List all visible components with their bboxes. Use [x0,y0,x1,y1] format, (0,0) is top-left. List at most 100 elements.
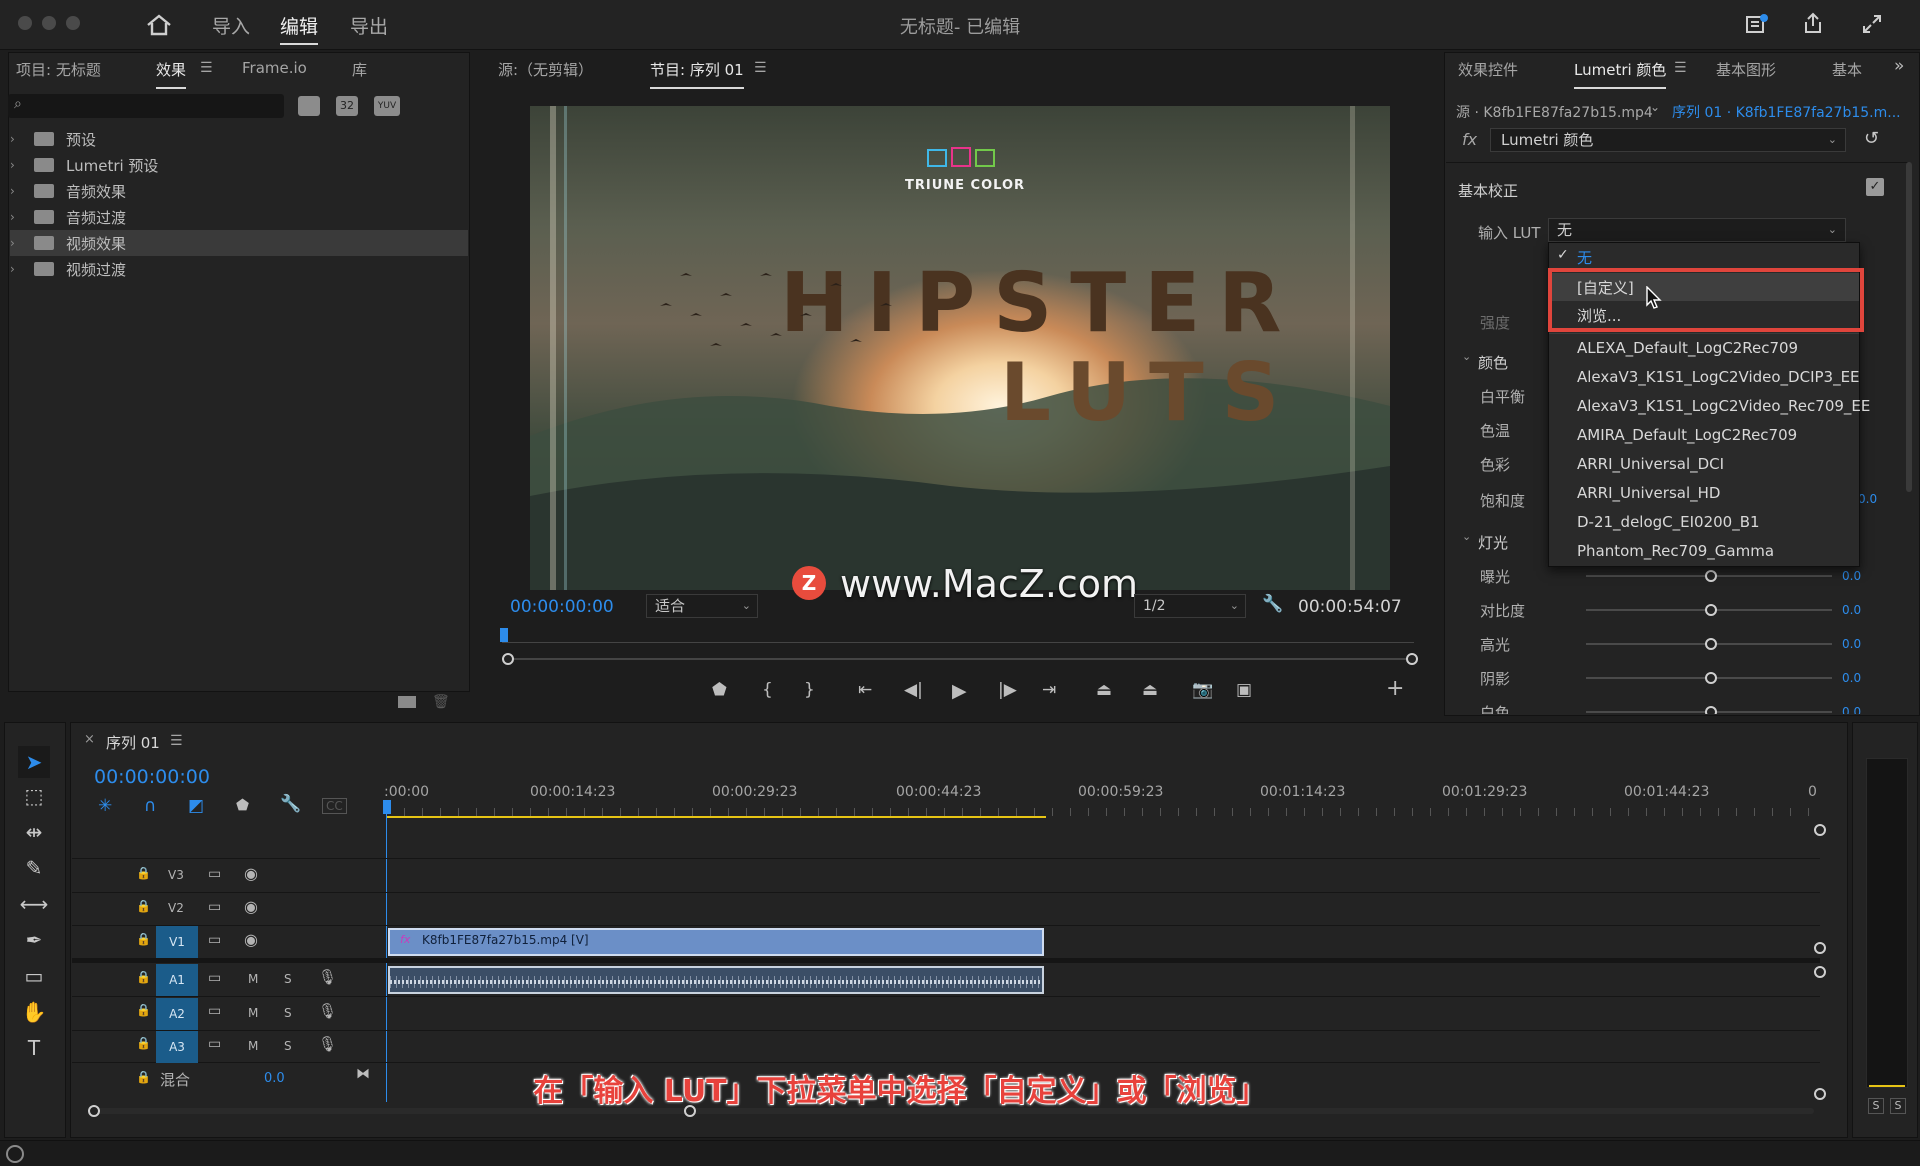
horizontal-scroll-handle-left[interactable] [88,1105,100,1117]
reset-effect-icon[interactable]: ↺ [1864,128,1879,149]
vertical-scroll-handle[interactable] [1814,966,1826,978]
nest-toggle-icon[interactable]: ✳ [98,796,112,816]
more-tabs-icon[interactable]: » [1894,56,1904,76]
effect-select[interactable]: Lumetri 颜色 ⌄ [1490,128,1846,152]
basic-correction-checkbox[interactable]: ✓ [1866,178,1884,196]
play-icon[interactable]: ▶ [952,680,967,702]
tab-source-monitor[interactable]: 源:（无剪辑） [498,59,593,80]
close-sequence-icon[interactable]: × [84,732,95,747]
exposure-slider-handle[interactable] [1705,570,1717,582]
mix-collapse-icon[interactable]: ⧓ [356,1066,370,1082]
step-forward-icon[interactable]: |▶ [998,680,1017,700]
tab-essential-graphics[interactable]: 基本图形 [1716,59,1776,80]
solo-button[interactable]: S [284,972,292,986]
meter-solo-left[interactable]: S [1868,1098,1884,1114]
highlights-slider-handle[interactable] [1705,638,1717,650]
chevron-down-icon[interactable]: ⌄ [1650,100,1660,114]
export-frame-icon[interactable]: 📷 [1192,680,1213,700]
creative-cloud-icon[interactable] [6,1145,24,1163]
solo-button[interactable]: S [284,1006,292,1020]
notifications-icon[interactable] [1746,14,1768,34]
monitor-playhead[interactable] [500,628,508,642]
color-section-header[interactable]: 颜色 [1478,352,1508,373]
lut-option-none[interactable]: 无 [1577,247,1592,268]
sync-lock-icon[interactable]: ▭ [208,899,221,915]
lock-icon[interactable]: 🔒 [136,899,151,913]
tab-project[interactable]: 项目: 无标题 [16,59,101,80]
playhead-timecode[interactable]: 00:00:00:00 [510,597,614,617]
tab-essential[interactable]: 基本 [1832,59,1862,80]
zoom-scrollbar[interactable] [506,658,1414,660]
exposure-value[interactable]: 0.0 [1842,569,1861,583]
captions-icon[interactable]: CC [322,798,347,814]
lut-option[interactable]: AlexaV3_K1S1_LogC2Video_DCIP3_EE [1577,368,1860,386]
tree-item-video-effects[interactable]: › 视频效果 [10,230,468,256]
go-to-in-icon[interactable]: ⇤ [858,680,872,700]
video-clip[interactable]: fx K8fb1FE87fa27b15.mp4 [V] [388,928,1044,956]
pen-tool-icon[interactable]: ✒ [18,924,50,956]
lut-option[interactable]: ARRI_Universal_DCI [1577,455,1724,473]
sequence-clip-label[interactable]: 序列 01 · K8fb1FE87fa27b15.m... [1672,102,1901,122]
resolution-select[interactable]: 1/2 ⌄ [1134,594,1246,618]
vertical-scroll-handle[interactable] [1814,942,1826,954]
zoom-handle-right[interactable] [1406,653,1418,665]
wrench-icon[interactable]: 🔧 [1262,594,1283,614]
eye-icon[interactable]: ◉ [244,897,258,916]
tab-frameio[interactable]: Frame.io [242,59,307,77]
ripple-edit-tool-icon[interactable]: ⇹ [18,816,50,848]
track-target-v1[interactable]: V1 [156,926,198,958]
lock-icon[interactable]: 🔒 [136,1036,151,1050]
chevron-down-icon[interactable]: ⌄ [1462,350,1471,363]
lock-icon[interactable]: 🔒 [136,932,151,946]
tab-effects[interactable]: 效果 [156,59,187,89]
saturation-value[interactable]: 0.0 [1858,492,1877,506]
input-lut-select[interactable]: 无 ⌄ [1548,218,1846,242]
fit-select[interactable]: 适合 ⌄ [646,594,758,618]
button-editor-plus-icon[interactable]: + [1386,676,1404,701]
timeline-settings-icon[interactable]: 🔧 [280,794,301,814]
shadows-value[interactable]: 0.0 [1842,671,1861,685]
tab-lumetri-color[interactable]: Lumetri 颜色 [1574,59,1667,89]
monitor-time-ruler[interactable] [500,628,1414,650]
share-icon[interactable] [1802,12,1824,34]
microphone-icon[interactable]: 🎙 [318,1002,337,1020]
tree-item-presets[interactable]: › 预设 [10,126,468,152]
light-section-header[interactable]: 灯光 [1478,532,1508,553]
shadows-slider-handle[interactable] [1705,672,1717,684]
sync-lock-icon[interactable]: ▭ [208,932,221,948]
mix-value[interactable]: 0.0 [264,1071,285,1086]
32bit-filter-icon[interactable]: 32 [336,96,358,116]
tree-item-audio-effects[interactable]: › 音频效果 [10,178,468,204]
work-area-bar[interactable] [386,816,1046,818]
tab-program-monitor[interactable]: 节目: 序列 01 [650,59,744,89]
rectangle-tool-icon[interactable]: ▭ [18,960,50,992]
add-marker-icon[interactable]: ⬟ [236,796,249,814]
tree-item-video-transitions[interactable]: › 视频过渡 [10,256,468,282]
track-target-a1[interactable]: A1 [156,964,198,996]
tab-effect-controls[interactable]: 效果控件 [1458,59,1518,80]
eye-icon[interactable]: ◉ [244,930,258,949]
sync-lock-icon[interactable]: ▭ [208,1036,221,1052]
lut-option[interactable]: AlexaV3_K1S1_LogC2Video_Rec709_EE [1577,397,1870,415]
comparison-view-icon[interactable]: ▣ [1236,680,1252,700]
highlights-value[interactable]: 0.0 [1842,637,1861,651]
contrast-value[interactable]: 0.0 [1842,603,1861,617]
tree-item-lumetri-presets[interactable]: › Lumetri 预设 [10,152,468,178]
mute-button[interactable]: M [248,1006,258,1020]
lift-icon[interactable]: ⏏ [1096,680,1112,700]
type-tool-icon[interactable]: T [18,1032,50,1064]
accelerated-effects-filter-icon[interactable] [298,96,320,116]
mute-button[interactable]: M [248,972,258,986]
audio-clip[interactable] [388,966,1044,994]
linked-selection-icon[interactable]: ◩ [188,796,204,816]
chevron-down-icon[interactable]: ⌄ [1462,530,1471,543]
basic-correction-header[interactable]: 基本校正 [1458,180,1518,201]
panel-menu-icon[interactable]: ☰ [1674,60,1687,76]
add-marker-icon[interactable]: ⬟ [712,680,727,700]
vertical-scroll-handle[interactable] [1814,1088,1826,1100]
timeline-timecode[interactable]: 00:00:00:00 [94,766,210,788]
delete-icon[interactable]: 🗑 [432,694,450,710]
program-video-frame[interactable]: TRIUNE COLOR HIPSTER LUTS [530,106,1390,590]
extract-icon[interactable]: ⏏ [1142,680,1158,700]
effects-search-input[interactable]: ⌕ [8,94,284,118]
